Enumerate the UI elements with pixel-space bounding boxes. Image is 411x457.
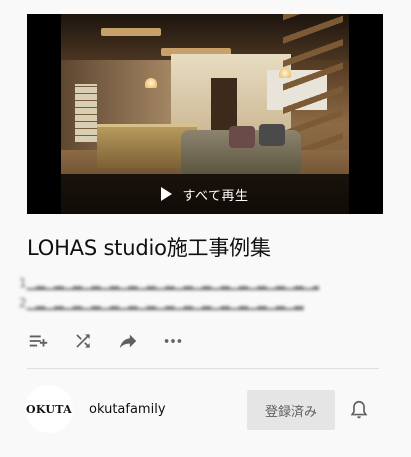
play-all-label: すべて再生: [182, 188, 249, 204]
playlist-meta-line-1: 1▁▂▁▂▁▂▁▂▁▂▁▂▁▂▁▂▁▂▁▂▁▂▁▂▁▂▁▂▁▂▁▂: [19, 276, 319, 290]
notification-bell-icon[interactable]: [348, 398, 370, 422]
subscribed-button[interactable]: 登録済み: [247, 390, 335, 430]
playlist-thumbnail[interactable]: すべて再生: [27, 14, 383, 214]
play-icon: [161, 187, 173, 201]
share-icon[interactable]: [117, 330, 139, 352]
more-horizontal-icon[interactable]: [162, 330, 184, 352]
divider: [27, 368, 379, 369]
shuffle-icon[interactable]: [72, 330, 94, 352]
playlist-actions: [27, 330, 184, 352]
subscribed-label: 登録済み: [264, 404, 317, 420]
playlist-title: LOHAS studio施工事例集: [27, 236, 271, 260]
channel-avatar[interactable]: OKUTA: [25, 385, 73, 433]
play-all-button[interactable]: すべて再生: [27, 174, 383, 214]
playlist-add-icon[interactable]: [27, 330, 49, 352]
channel-name[interactable]: okutafamily: [89, 402, 166, 417]
channel-avatar-logo: OKUTA: [26, 402, 72, 416]
playlist-meta-line-2: 2▁▂▁▂▁▂▁▂▁▂▁▂▁▂▁▂▁▂▁▂▁▂▁▂▁▂▁▂▁▂: [19, 296, 304, 310]
